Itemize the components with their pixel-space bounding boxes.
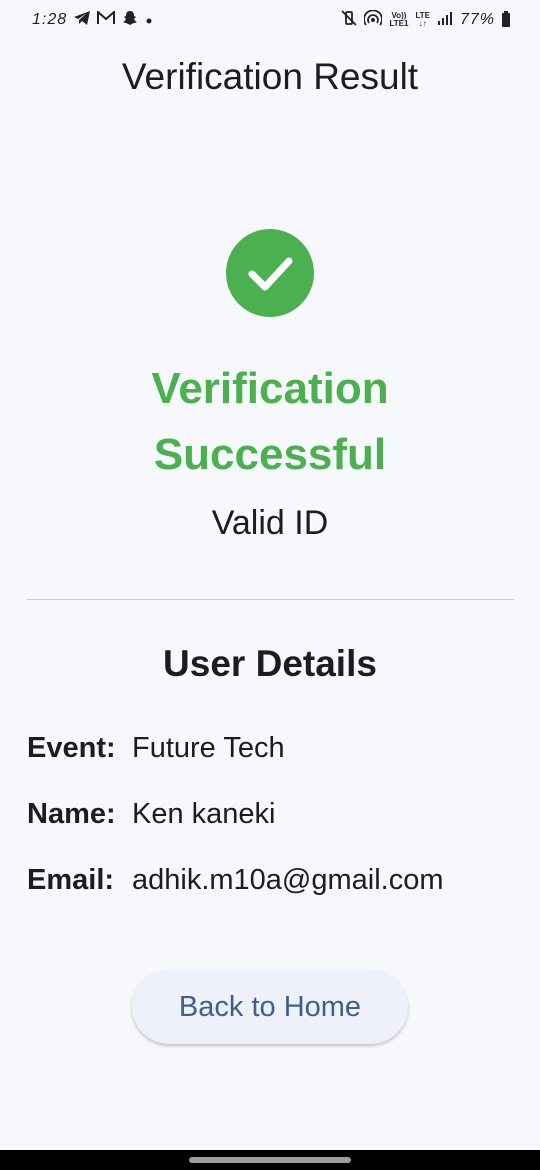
status-line-1: Verification	[151, 364, 389, 413]
detail-row-email: Email: adhik.m10a@gmail.com	[27, 864, 444, 897]
divider	[27, 599, 514, 600]
dot-icon	[145, 10, 153, 30]
email-label: Email:	[27, 864, 115, 896]
name-value: Ken kaneki	[132, 798, 276, 830]
user-details-heading: User Details	[163, 643, 377, 684]
verification-status: Verification Successful	[0, 356, 540, 488]
mute-vibrate-icon	[341, 9, 358, 31]
detail-row-name: Name: Ken kaneki	[27, 798, 276, 831]
lte-bottom-text: ↓↑	[418, 19, 427, 28]
status-bar: 1:28 Vo)) LTE1 LTE ↓↑ 77%	[0, 0, 540, 40]
email-value: adhik.m10a@gmail.com	[132, 864, 444, 896]
status-time: 1:28	[32, 11, 68, 28]
home-gesture-handle[interactable]	[189, 1157, 351, 1163]
status-bar-left: 1:28	[32, 9, 153, 31]
page-title: Verification Result	[121, 56, 419, 97]
snapchat-icon	[122, 10, 138, 31]
navigation-bar	[0, 1150, 540, 1170]
back-to-home-button[interactable]: Back to Home	[132, 970, 408, 1044]
validity-subtitle: Valid ID	[211, 504, 329, 542]
status-bar-right: Vo)) LTE1 LTE ↓↑ 77%	[341, 9, 510, 31]
status-line-2: Successful	[153, 430, 387, 479]
signal-icon	[437, 10, 453, 30]
battery-percent: 77%	[459, 11, 495, 28]
lte-icon: LTE ↓↑	[415, 12, 430, 28]
battery-icon	[502, 11, 510, 27]
telegram-icon	[74, 10, 91, 30]
hotspot-icon	[363, 9, 384, 31]
detail-row-event: Event: Future Tech	[27, 732, 285, 765]
check-circle-icon	[226, 229, 314, 317]
name-label: Name:	[27, 798, 116, 830]
event-value: Future Tech	[132, 732, 285, 764]
volte-icon: Vo)) LTE1	[389, 12, 408, 28]
event-label: Event:	[27, 732, 116, 764]
gmail-icon	[97, 9, 116, 30]
volte-bottom-text: LTE1	[389, 19, 409, 28]
